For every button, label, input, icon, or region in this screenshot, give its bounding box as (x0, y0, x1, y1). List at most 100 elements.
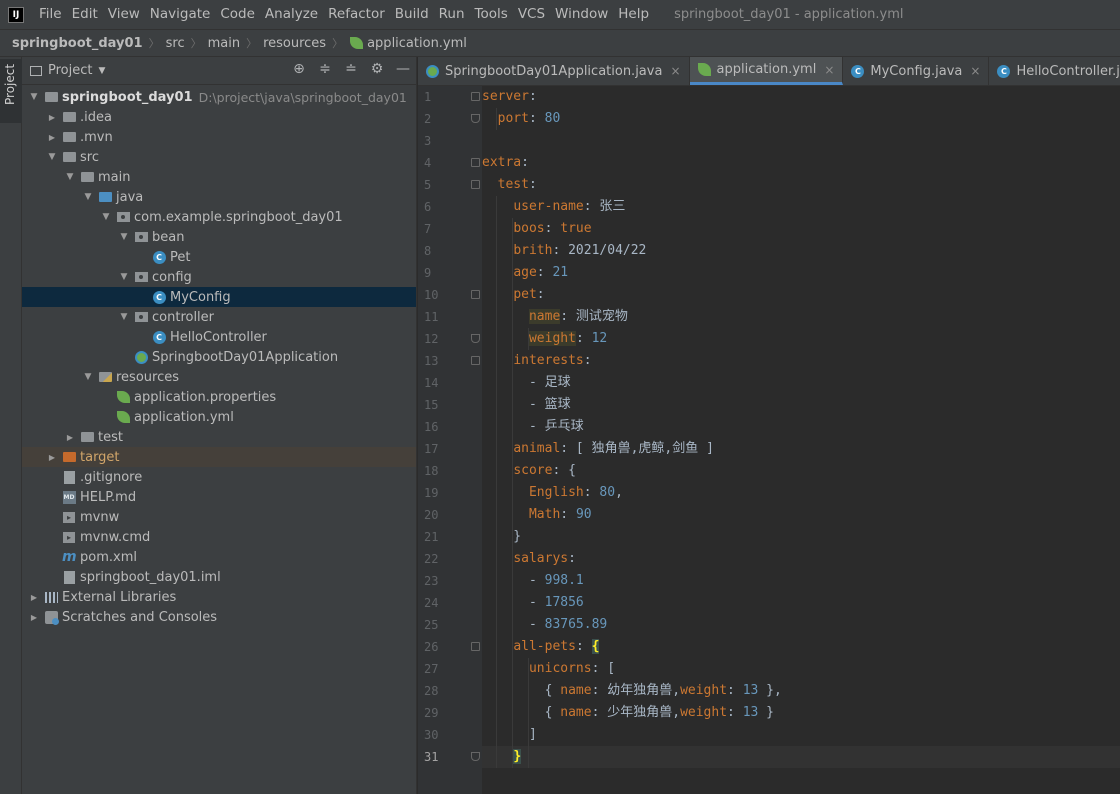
chevron-right-icon[interactable]: ▶ (28, 613, 40, 622)
chevron-down-icon[interactable]: ▼ (82, 192, 94, 202)
menu-help[interactable]: Help (613, 0, 654, 29)
menu-refactor[interactable]: Refactor (323, 0, 390, 29)
menu-vcs[interactable]: VCS (513, 0, 550, 29)
intellij-logo-icon[interactable]: IJ (8, 6, 24, 23)
line-number: 29 (424, 706, 439, 720)
project-view-selector[interactable]: Project (48, 63, 92, 78)
menu-window[interactable]: Window (550, 0, 613, 29)
project-tool-button[interactable]: Project (0, 59, 22, 123)
expand-all-icon[interactable]: ≑ (318, 61, 332, 77)
menu-edit[interactable]: Edit (67, 0, 103, 29)
gear-icon[interactable]: ⚙ (370, 61, 384, 77)
chevron-down-icon[interactable]: ▼ (46, 152, 58, 162)
tree-item[interactable]: ▼ bean (22, 227, 416, 247)
breadcrumb-item[interactable]: application.yml (349, 36, 467, 51)
breadcrumb-item[interactable]: main (208, 36, 240, 51)
tree-item[interactable]: ▶ External Libraries (22, 587, 416, 607)
chevron-down-icon[interactable]: ▼ (118, 312, 130, 322)
menu-run[interactable]: Run (434, 0, 470, 29)
tree-item[interactable]: ▼ main (22, 167, 416, 187)
tree-item[interactable]: ▶▸mvnw.cmd (22, 527, 416, 547)
tree-item[interactable]: ▼ src (22, 147, 416, 167)
chevron-down-icon[interactable]: ▼ (100, 212, 112, 222)
tree-item[interactable]: ▶application.yml (22, 407, 416, 427)
fold-marker-icon[interactable] (471, 92, 480, 101)
chevron-down-icon[interactable]: ▼ (118, 272, 130, 282)
line-number: 9 (424, 266, 432, 280)
tree-item[interactable]: ▶MDHELP.md (22, 487, 416, 507)
editor-tab[interactable]: CHelloController.java× (989, 57, 1120, 85)
tree-item[interactable]: ▶springboot_day01.iml (22, 567, 416, 587)
breadcrumb-label: springboot_day01 (12, 35, 143, 51)
tree-item[interactable]: ▼ com.example.springboot_day01 (22, 207, 416, 227)
minimize-icon[interactable]: — (396, 61, 410, 77)
tree-item[interactable]: ▶ test (22, 427, 416, 447)
chevron-down-icon[interactable]: ▼ (82, 372, 94, 382)
editor-tab[interactable]: application.yml × (689, 57, 844, 85)
chevron-down-icon[interactable]: ▼ (28, 92, 40, 102)
tree-item[interactable]: ▶ target (22, 447, 416, 467)
chevron-down-icon[interactable]: ▼ (118, 232, 130, 242)
menu-tools[interactable]: Tools (470, 0, 513, 29)
collapse-all-icon[interactable]: ≐ (344, 61, 358, 77)
fold-marker-icon[interactable] (471, 752, 480, 761)
left-tool-stripe: Project (0, 57, 22, 794)
tree-item[interactable]: ▶mpom.xml (22, 547, 416, 567)
close-icon[interactable]: × (670, 64, 680, 78)
menu-code[interactable]: Code (215, 0, 260, 29)
tree-item[interactable]: ▶CMyConfig (22, 287, 416, 307)
tree-item[interactable]: ▶ Scratches and Consoles (22, 607, 416, 627)
breadcrumb-item[interactable]: springboot_day01 (12, 36, 143, 51)
tree-item[interactable]: ▼ java (22, 187, 416, 207)
chevron-right-icon[interactable]: ▶ (46, 133, 58, 142)
line-number: 11 (424, 310, 439, 324)
tree-item[interactable]: ▼ config (22, 267, 416, 287)
close-icon[interactable]: × (824, 63, 834, 77)
tree-item[interactable]: ▼ controller (22, 307, 416, 327)
tree-item[interactable]: ▼ resources (22, 367, 416, 387)
tree-item[interactable]: ▶ .mvn (22, 127, 416, 147)
locate-icon[interactable]: ⊕ (292, 61, 306, 77)
chevron-right-icon[interactable]: ▶ (64, 433, 76, 442)
menu-analyze[interactable]: Analyze (260, 0, 323, 29)
tree-item[interactable]: ▶CHelloController (22, 327, 416, 347)
tree-item[interactable]: ▶▸mvnw (22, 507, 416, 527)
fold-marker-icon[interactable] (471, 642, 480, 651)
chevron-right-icon[interactable]: ▶ (46, 453, 58, 462)
tree-item[interactable]: ▶application.properties (22, 387, 416, 407)
folder-icon-glyph (80, 432, 94, 442)
menu-view[interactable]: View (103, 0, 145, 29)
fold-marker-icon[interactable] (471, 356, 480, 365)
menu-file[interactable]: File (34, 0, 67, 29)
breadcrumb: springboot_day01 〉 src 〉 main 〉 resources 〉 appl… (0, 29, 1120, 57)
menu-build[interactable]: Build (390, 0, 434, 29)
fold-marker-icon[interactable] (471, 290, 480, 299)
editor-tab-label: HelloController.java (1016, 63, 1120, 79)
editor-tab[interactable]: C MyConfig.java × (843, 57, 990, 85)
code-token: : (568, 551, 576, 566)
fold-marker-icon[interactable] (471, 114, 480, 123)
breadcrumb-item[interactable]: resources (263, 36, 326, 51)
breadcrumb-item[interactable]: src (166, 36, 185, 51)
chevron-right-icon[interactable]: ▶ (46, 113, 58, 122)
chevron-right-icon[interactable]: ▶ (28, 593, 40, 602)
tree-item-label: Scratches and Consoles (62, 609, 218, 625)
tree-item[interactable]: ▼ springboot_day01 D:\project\java\springb… (22, 87, 416, 107)
tree-item-label: HELP.md (80, 489, 137, 505)
menu-navigate[interactable]: Navigate (145, 0, 216, 29)
close-icon[interactable]: × (970, 64, 980, 78)
tree-item[interactable]: ▶SpringbootDay01Application (22, 347, 416, 367)
tree-item-label: src (80, 149, 99, 165)
editor-tab[interactable]: SpringbootDay01Application.java × (418, 57, 690, 85)
code-content[interactable]: server: port: 80 extra: test: user-name: … (482, 86, 1120, 794)
chevron-down-icon[interactable]: ▼ (98, 66, 105, 76)
tree-item[interactable]: ▶CPet (22, 247, 416, 267)
code-token: 83765.89 (544, 617, 608, 632)
tree-item[interactable]: ▶ .idea (22, 107, 416, 127)
fold-marker-icon[interactable] (471, 158, 480, 167)
tree-item-label: MyConfig (170, 289, 231, 305)
tree-item[interactable]: ▶.gitignore (22, 467, 416, 487)
fold-marker-icon[interactable] (471, 180, 480, 189)
fold-marker-icon[interactable] (471, 334, 480, 343)
chevron-down-icon[interactable]: ▼ (64, 172, 76, 182)
